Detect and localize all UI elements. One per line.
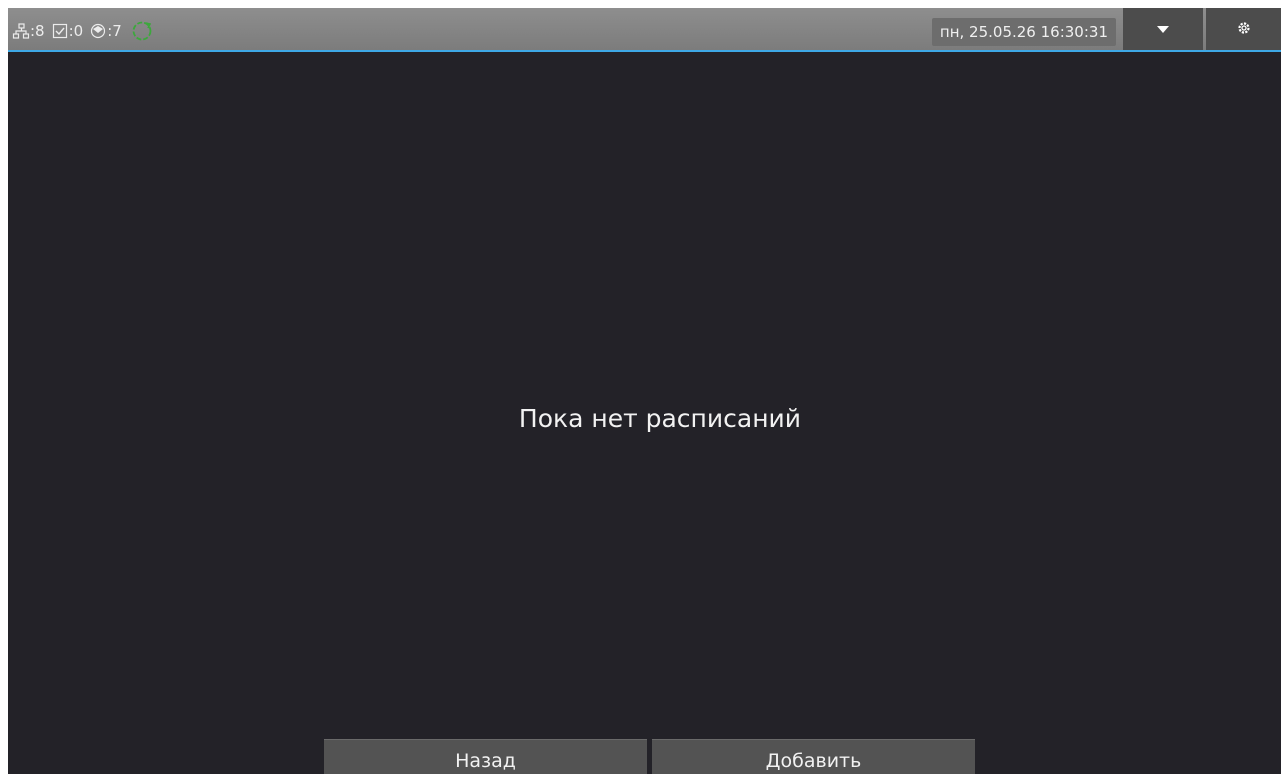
status-indicators: :8 :0 :7 [12, 20, 154, 42]
top-status-bar: :8 :0 :7 пн, 25.05.26 16:30:31 [8, 8, 1281, 52]
datetime-display: пн, 25.05.26 16:30:31 [931, 18, 1116, 46]
network-icon [12, 22, 30, 40]
empty-schedules-message: Пока нет расписаний [518, 404, 802, 433]
tasks-count: :0 [68, 22, 84, 40]
alert-globe-icon [89, 22, 107, 40]
sync-icon [130, 19, 154, 43]
add-button[interactable]: Добавить [652, 739, 975, 774]
network-count: :8 [30, 22, 45, 40]
gear-icon [1237, 20, 1251, 39]
dropdown-menu-button[interactable] [1123, 8, 1203, 50]
chevron-down-icon [1156, 20, 1170, 39]
back-button[interactable]: Назад [324, 739, 647, 774]
settings-button[interactable] [1206, 8, 1281, 50]
alerts-count: :7 [107, 22, 122, 40]
schedule-screen: :8 :0 :7 пн, 25.05.26 16:30:31 Пока нет … [8, 8, 1281, 774]
checkbox-icon [51, 22, 69, 40]
